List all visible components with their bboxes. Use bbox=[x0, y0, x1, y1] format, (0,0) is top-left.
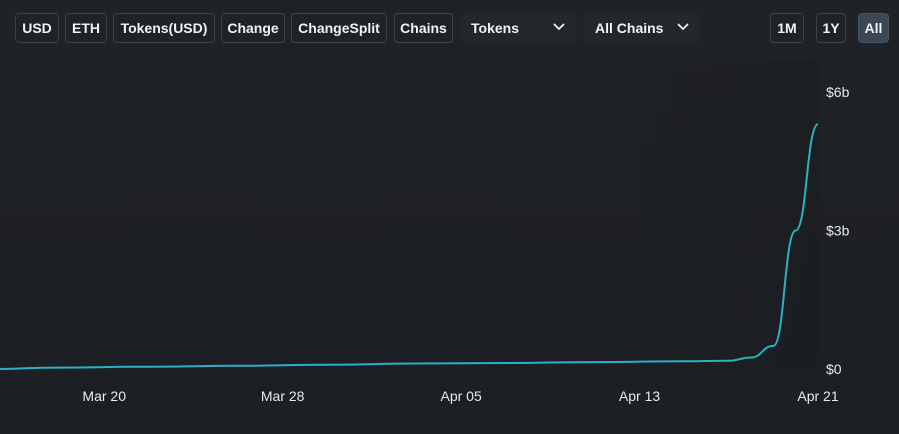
x-axis: Mar 20 Mar 28 Apr 05 Apr 13 Apr 21 bbox=[82, 388, 838, 404]
y-tick-label: $0 bbox=[826, 361, 842, 377]
chart-panel: USD ETH Tokens(USD) Change ChangeSplit C… bbox=[0, 0, 899, 434]
x-tick-label: Apr 05 bbox=[440, 388, 481, 404]
x-tick-label: Mar 20 bbox=[82, 388, 126, 404]
plot-shade bbox=[600, 60, 818, 370]
x-tick-label: Apr 21 bbox=[797, 388, 838, 404]
x-tick-label: Apr 13 bbox=[619, 388, 660, 404]
y-tick-label: $3b bbox=[826, 223, 850, 239]
x-tick-label: Mar 28 bbox=[261, 388, 305, 404]
y-axis: $0 $3b $6b bbox=[826, 84, 850, 377]
y-tick-label: $6b bbox=[826, 84, 850, 100]
tvl-line-chart[interactable]: $0 $3b $6b Mar 20 Mar 28 Apr 05 Apr 13 Apr 21 bbox=[0, 0, 899, 434]
